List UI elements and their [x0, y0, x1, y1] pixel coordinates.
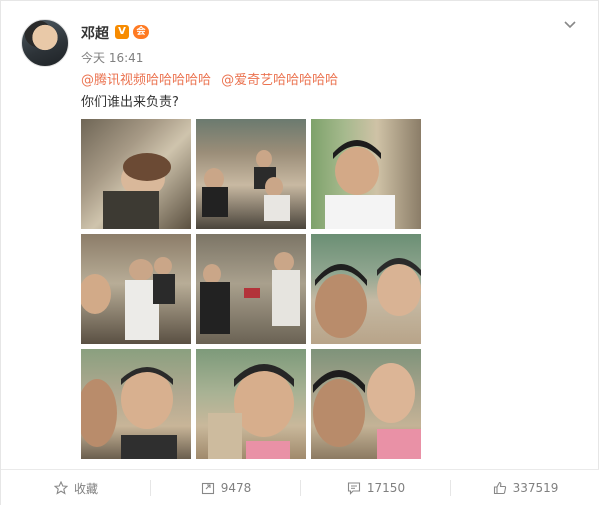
like-count: 337519: [512, 481, 559, 495]
photo-thumbnail[interactable]: [311, 234, 421, 344]
comment-icon: [347, 482, 360, 495]
comment-count: 17150: [366, 481, 406, 495]
chevron-down-icon[interactable]: [562, 17, 578, 33]
comment-button[interactable]: 17150: [301, 470, 451, 505]
photo-grid: [81, 119, 421, 459]
post-mentions: @腾讯视频哈哈哈哈哈 @爱奇艺哈哈哈哈哈: [81, 69, 344, 88]
photo-thumbnail[interactable]: [196, 349, 306, 459]
photo-thumbnail[interactable]: [196, 234, 306, 344]
photo-thumbnail[interactable]: [81, 119, 191, 229]
mention-link[interactable]: @腾讯视频哈哈哈哈哈: [81, 73, 211, 88]
action-bar: 收藏 9478 17150 337519: [1, 469, 599, 505]
repost-count: 9478: [220, 481, 252, 495]
favorite-button[interactable]: 收藏: [1, 470, 151, 505]
photo-thumbnail[interactable]: [81, 349, 191, 459]
member-badge: 会: [133, 25, 149, 39]
mention-link[interactable]: @爱奇艺哈哈哈哈哈: [221, 73, 338, 88]
post-text: 你们谁出来负责?: [81, 95, 179, 110]
like-icon: [493, 481, 506, 495]
avatar[interactable]: [21, 19, 69, 67]
verified-badge: V: [115, 25, 129, 39]
weibo-post-card: 邓超 V 会 今天 16:41 @腾讯视频哈哈哈哈哈 @爱奇艺哈哈哈哈哈 你们谁…: [0, 0, 599, 505]
photo-thumbnail[interactable]: [311, 349, 421, 459]
photo-thumbnail[interactable]: [81, 234, 191, 344]
favorite-label: 收藏: [73, 481, 98, 496]
photo-thumbnail[interactable]: [196, 119, 306, 229]
like-button[interactable]: 337519: [451, 470, 599, 505]
user-name[interactable]: 邓超: [81, 23, 109, 43]
repost-icon: [201, 482, 214, 495]
star-icon: [53, 481, 68, 495]
photo-thumbnail[interactable]: [311, 119, 421, 229]
post-timestamp[interactable]: 今天 16:41: [81, 49, 143, 66]
repost-button[interactable]: 9478: [151, 470, 301, 505]
